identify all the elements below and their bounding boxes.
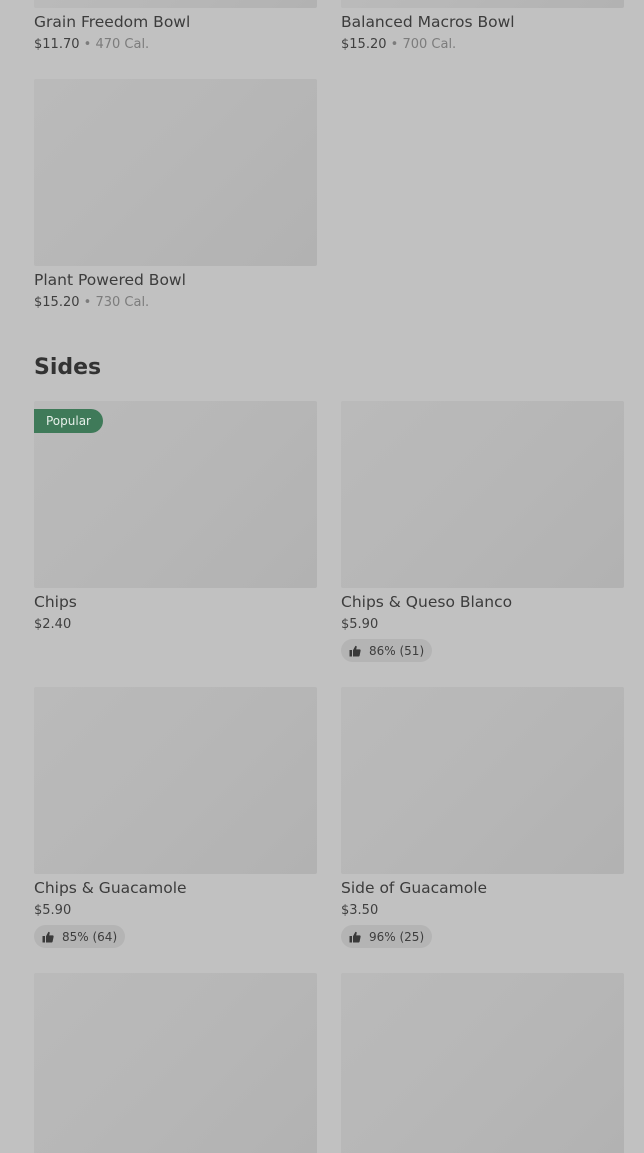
item-image[interactable] <box>341 973 624 1153</box>
rating-text: 86% (51) <box>369 643 425 658</box>
item-name: Chips & Guacamole <box>34 879 187 897</box>
item-calories: 700 Cal. <box>402 37 457 52</box>
item-name: Plant Powered Bowl <box>34 271 186 289</box>
item-name: Chips & Queso Blanco <box>341 593 513 611</box>
separator-dot: • <box>390 37 399 52</box>
rating-pill: 96% (25) <box>341 925 433 948</box>
item-price-calories: $15.20 • 730 Cal. <box>34 294 149 312</box>
item-price: $11.70 <box>34 37 80 52</box>
thumbs-up-icon <box>349 645 361 656</box>
item-image[interactable] <box>341 687 624 874</box>
item-price-calories: $15.20 • 700 Cal. <box>341 36 456 54</box>
item-price: $15.20 <box>34 295 80 310</box>
separator-dot: • <box>83 37 92 52</box>
thumbs-up-icon <box>349 931 361 942</box>
rating-pill: 85% (64) <box>34 925 126 948</box>
section-title-sides: Sides <box>34 355 102 380</box>
item-name: Chips <box>34 593 77 611</box>
menu-item-card[interactable] <box>34 973 317 1153</box>
item-image[interactable] <box>34 0 317 8</box>
item-image[interactable] <box>341 401 624 588</box>
popular-badge: Popular <box>34 409 103 433</box>
item-image[interactable] <box>341 0 624 8</box>
item-name: Grain Freedom Bowl <box>34 13 191 31</box>
item-image[interactable] <box>34 79 317 266</box>
item-image[interactable] <box>34 687 317 874</box>
item-name: Side of Guacamole <box>341 879 488 897</box>
separator-dot: • <box>83 295 92 310</box>
item-price: $5.90 <box>34 903 72 918</box>
rating-text: 96% (25) <box>369 929 425 944</box>
item-image[interactable] <box>34 973 317 1153</box>
item-price: $15.20 <box>341 37 387 52</box>
thumbs-up-icon <box>42 931 54 942</box>
item-price: $5.90 <box>341 617 379 632</box>
rating-pill: 86% (51) <box>341 639 433 662</box>
item-price: $2.40 <box>34 617 72 632</box>
rating-text: 85% (64) <box>62 929 118 944</box>
item-price: $3.50 <box>341 903 379 918</box>
item-calories: 730 Cal. <box>95 295 150 310</box>
menu-page: Grain Freedom Bowl $11.70 • 470 Cal. Bal… <box>0 0 644 1153</box>
item-name: Balanced Macros Bowl <box>341 13 515 31</box>
item-calories: 470 Cal. <box>95 37 150 52</box>
item-price-calories: $11.70 • 470 Cal. <box>34 36 149 54</box>
menu-item-card[interactable] <box>341 973 624 1153</box>
